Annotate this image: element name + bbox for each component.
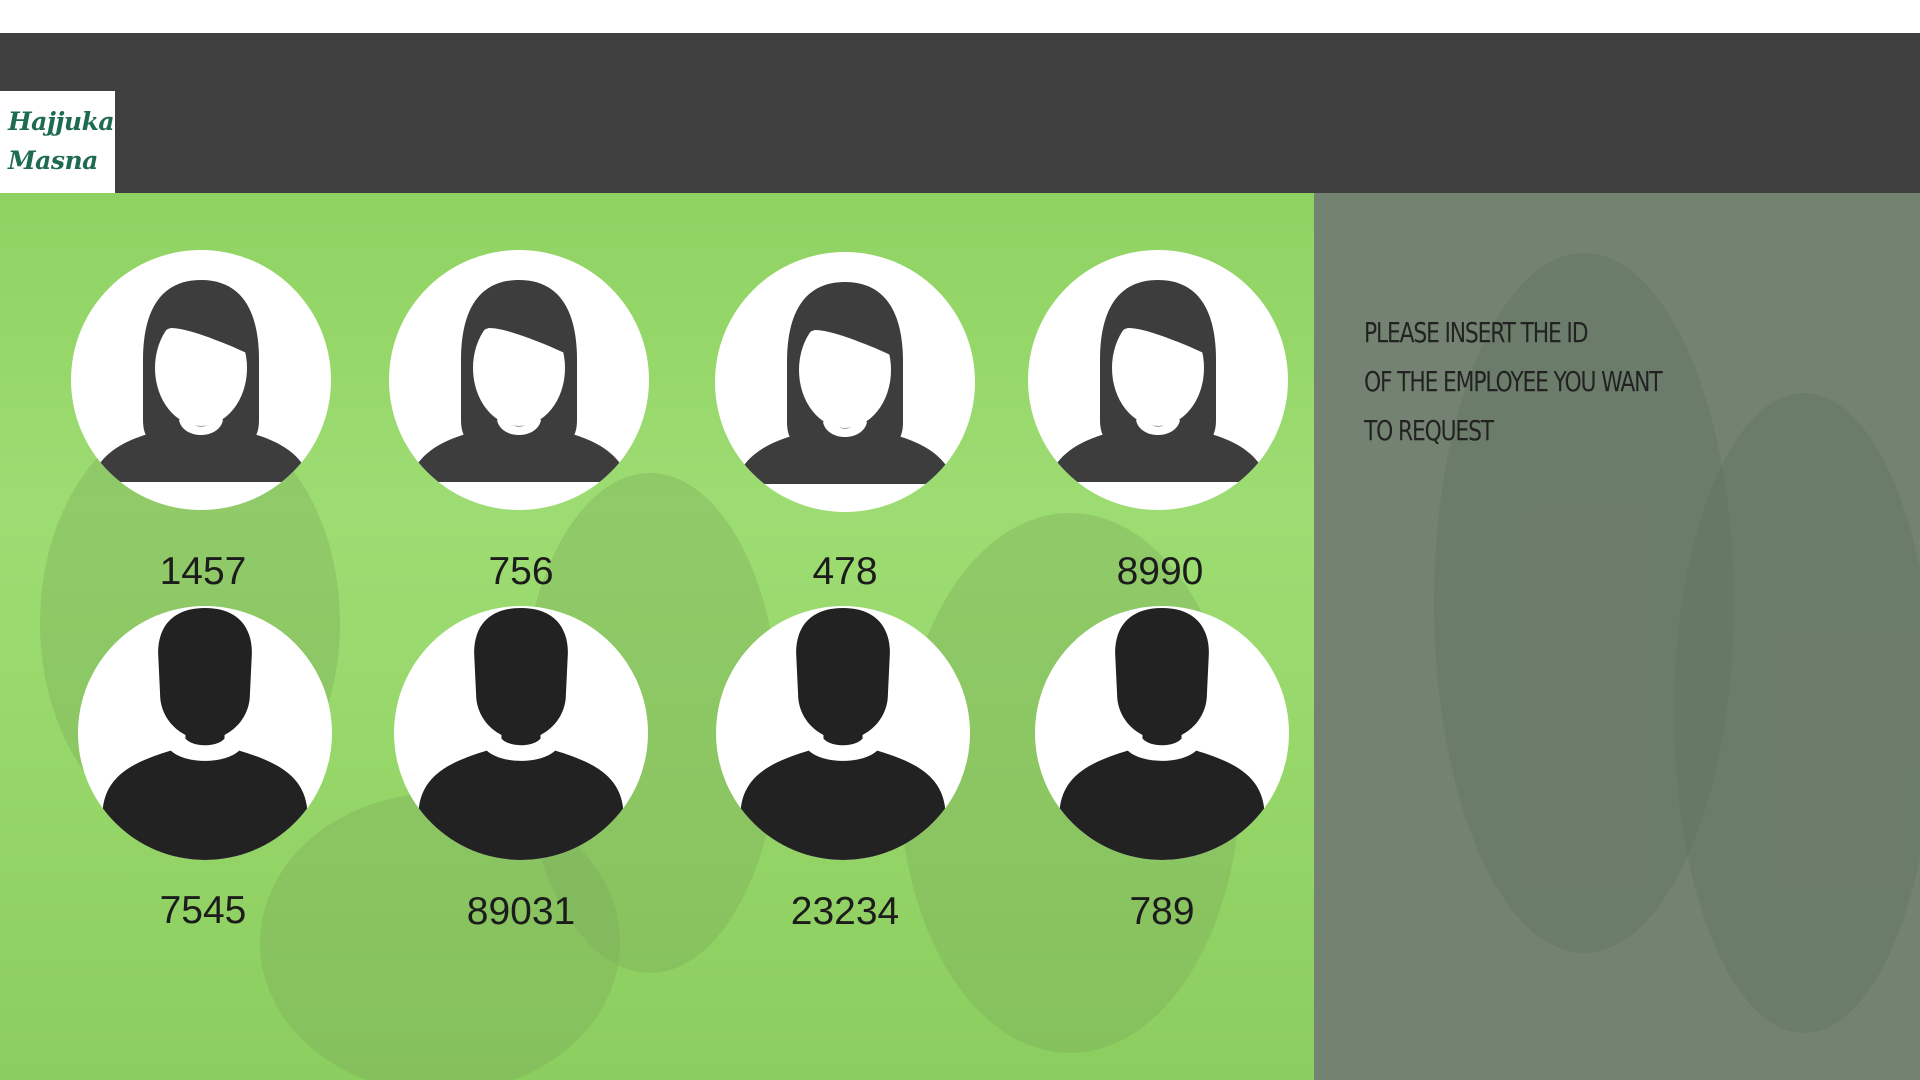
- male-avatar-icon[interactable]: [716, 606, 970, 860]
- instruction-text: Please insert the ID of the employee you…: [1364, 308, 1676, 455]
- employee-id-label: 23234: [790, 890, 900, 933]
- header-bar: [0, 33, 1920, 193]
- female-avatar-icon[interactable]: [389, 250, 649, 510]
- male-avatar-icon[interactable]: [78, 606, 332, 860]
- instruction-line-3: to request: [1364, 414, 1494, 447]
- employee-id-label: 1457: [159, 550, 247, 593]
- top-strip: [0, 0, 1920, 33]
- female-avatar-icon[interactable]: [715, 252, 975, 512]
- instruction-line-2: of the employee you want: [1364, 365, 1663, 398]
- employee-id-label: 89031: [466, 890, 576, 933]
- instruction-line-1: Please insert the ID: [1364, 316, 1589, 349]
- female-avatar-icon[interactable]: [71, 250, 331, 510]
- employee-id-label: 7545: [159, 889, 247, 932]
- employee-id-label: 789: [1129, 890, 1195, 933]
- logo[interactable]: Hajjuka Masna: [0, 91, 115, 193]
- female-avatar-icon[interactable]: [1028, 250, 1288, 510]
- page: Hajjuka Masna Please insert the ID of th…: [0, 0, 1920, 1080]
- logo-line-2: Masna: [8, 146, 98, 175]
- logo-line-1: Hajjuka: [8, 107, 115, 137]
- employee-id-label: 756: [488, 550, 554, 593]
- employee-id-label: 8990: [1116, 550, 1204, 593]
- employee-id-label: 478: [812, 550, 878, 593]
- male-avatar-icon[interactable]: [1035, 606, 1289, 860]
- male-avatar-icon[interactable]: [394, 606, 648, 860]
